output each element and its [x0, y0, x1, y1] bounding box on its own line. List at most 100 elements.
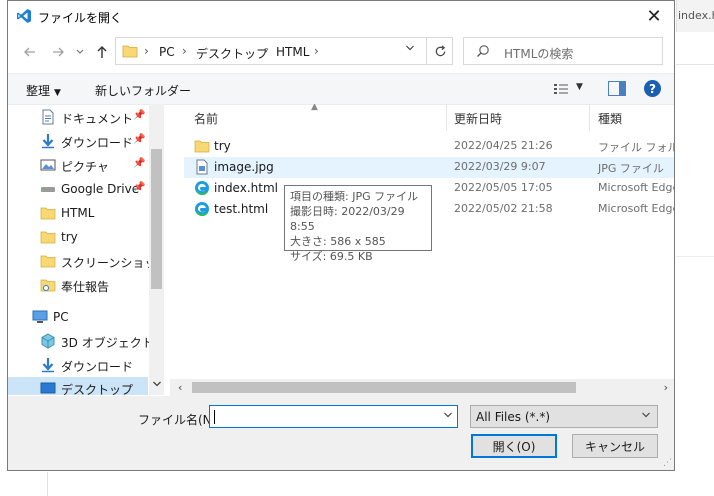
nav-item-documents[interactable]: ドキュメント 📌 — [8, 106, 148, 128]
scroll-left-icon[interactable]: ‹ — [178, 381, 182, 394]
nav-item-pc[interactable]: PC — [8, 306, 148, 328]
vscode-icon — [17, 9, 31, 23]
scroll-right-icon[interactable]: › — [664, 381, 668, 394]
nav-item-pictures[interactable]: ピクチャ 📌 — [8, 154, 148, 176]
column-divider[interactable] — [446, 104, 447, 131]
nav-item-3d-objects[interactable]: 3D オブジェクト — [8, 330, 154, 352]
nav-item-google-drive[interactable]: Google Drive 📌 — [8, 178, 148, 200]
file-row-try[interactable]: try 2022/04/25 21:26 ファイル フォルダー — [184, 136, 674, 157]
pin-icon: 📌 — [133, 134, 146, 145]
nav-item-downloads[interactable]: ダウンロード 📌 — [8, 130, 148, 152]
open-button[interactable]: 開く(O) — [471, 434, 557, 458]
folder-icon — [40, 231, 56, 244]
breadcrumb-html[interactable]: HTML — [276, 45, 309, 59]
pin-icon: 📌 — [133, 158, 146, 169]
desktop-icon — [40, 382, 56, 394]
file-name: try — [214, 139, 231, 153]
nav-item-screenshots[interactable]: スクリーンショット — [8, 250, 164, 272]
refresh-icon — [435, 44, 446, 56]
file-type: Microsoft Edge H — [598, 202, 674, 215]
chevron-down-icon — [641, 410, 651, 423]
sort-ascending-icon: ▲ — [311, 104, 318, 112]
organize-menu[interactable]: 整理 ▼ — [26, 82, 61, 99]
column-header-name[interactable]: 名前 — [194, 110, 218, 127]
cancel-button[interactable]: キャンセル — [572, 434, 658, 458]
title-bar[interactable]: ファイルを開く ✕ — [8, 1, 674, 32]
folder-icon — [40, 255, 56, 268]
nav-item-try[interactable]: try — [8, 226, 148, 248]
file-date: 2022/05/05 17:05 — [454, 181, 553, 194]
nav-scroll-down-button[interactable] — [149, 379, 164, 395]
file-name: test.html — [214, 202, 269, 216]
chevron-down-icon — [152, 381, 161, 387]
text-caret — [214, 410, 215, 424]
tooltip-line: 大きさ: 586 x 585 — [290, 235, 386, 248]
column-header-type[interactable]: 種類 — [598, 110, 622, 127]
drive-icon — [41, 187, 55, 192]
view-options-icon[interactable] — [553, 82, 569, 96]
pin-icon: 📌 — [133, 110, 146, 121]
file-row-image-jpg[interactable]: image.jpg 2022/03/29 9:07 JPG ファイル — [184, 157, 674, 178]
up-button[interactable] — [92, 42, 112, 62]
resize-grip-icon[interactable]: ⋰ — [663, 458, 672, 468]
view-dropdown-caret-icon[interactable]: ▼ — [576, 82, 583, 92]
open-file-dialog: ファイルを開く ✕ › PC › デスクトップ › HTML › HTMLの検索… — [7, 0, 675, 471]
close-icon: ✕ — [646, 6, 662, 27]
pin-icon: 📌 — [133, 182, 146, 193]
background-tab-title: index.html — [678, 9, 714, 22]
breadcrumb-pc[interactable]: PC — [159, 45, 175, 59]
search-box[interactable]: HTMLの検索 — [463, 37, 663, 65]
caret-down-icon: ▼ — [54, 88, 61, 98]
folder-icon — [40, 207, 56, 220]
filename-input[interactable] — [209, 405, 458, 428]
chevron-down-icon[interactable] — [443, 410, 453, 423]
command-bar: 整理 ▼ 新しいフォルダー ▼ ? — [8, 73, 674, 105]
column-divider[interactable] — [589, 104, 590, 131]
file-type: JPG ファイル — [598, 162, 664, 175]
document-icon — [42, 109, 54, 125]
address-bar[interactable]: › PC › デスクトップ › HTML › — [115, 37, 453, 65]
file-type-value: All Files (*.*) — [476, 410, 551, 424]
breadcrumb-separator: › — [144, 44, 149, 58]
nav-item-service-report[interactable]: 奉仕報告 — [8, 274, 148, 296]
breadcrumb-separator[interactable]: › — [182, 44, 187, 58]
3d-objects-icon — [41, 333, 55, 349]
background-divider — [676, 64, 714, 65]
preview-pane-icon[interactable] — [608, 81, 626, 96]
download-icon — [42, 358, 54, 373]
close-button[interactable]: ✕ — [634, 1, 674, 32]
back-button[interactable] — [20, 42, 40, 62]
address-history-dropdown[interactable] — [400, 43, 420, 59]
navigation-pane: ドキュメント 📌 ダウンロード 📌 ピクチャ 📌 Google Drive 📌 … — [8, 104, 164, 395]
background-divider — [676, 256, 714, 257]
file-list-hscrollbar[interactable]: ‹ › — [170, 379, 674, 396]
dialog-title: ファイルを開く — [38, 11, 123, 25]
hscroll-thumb[interactable] — [192, 382, 576, 393]
breadcrumb-desktop[interactable]: デスクトップ — [196, 45, 268, 62]
breadcrumb-separator[interactable]: › — [263, 44, 268, 58]
shared-folder-icon — [40, 279, 56, 292]
arrow-left-icon — [24, 47, 35, 57]
search-placeholder: HTMLの検索 — [504, 47, 574, 61]
file-name: image.jpg — [214, 160, 274, 174]
download-icon — [42, 134, 54, 149]
recent-locations-button[interactable] — [70, 42, 90, 62]
column-header-date[interactable]: 更新日時 — [454, 110, 502, 127]
nav-pane-scroll-thumb[interactable] — [151, 149, 162, 289]
chevron-down-icon — [406, 45, 414, 51]
dialog-footer: ファイル名(N): All Files (*.*) 開く(O) キャンセル ⋰ — [8, 396, 674, 470]
nav-item-html[interactable]: HTML — [8, 202, 148, 224]
nav-item-desktop[interactable]: デスクトップ — [8, 377, 148, 395]
folder-icon — [194, 140, 210, 153]
file-type-select[interactable]: All Files (*.*) — [470, 405, 658, 428]
new-folder-button[interactable]: 新しいフォルダー — [95, 82, 191, 99]
search-icon — [477, 45, 489, 57]
nav-item-downloads-pc[interactable]: ダウンロード — [8, 354, 148, 376]
forward-button[interactable] — [48, 42, 68, 62]
file-type: Microsoft Edge H — [598, 181, 674, 194]
breadcrumb-separator[interactable]: › — [314, 44, 319, 58]
file-info-tooltip: 項目の種類: JPG ファイル 撮影日時: 2022/03/29 8:55 大き… — [284, 185, 432, 263]
help-icon[interactable]: ? — [644, 80, 661, 97]
file-name: index.html — [214, 181, 278, 195]
refresh-button[interactable] — [426, 38, 454, 64]
